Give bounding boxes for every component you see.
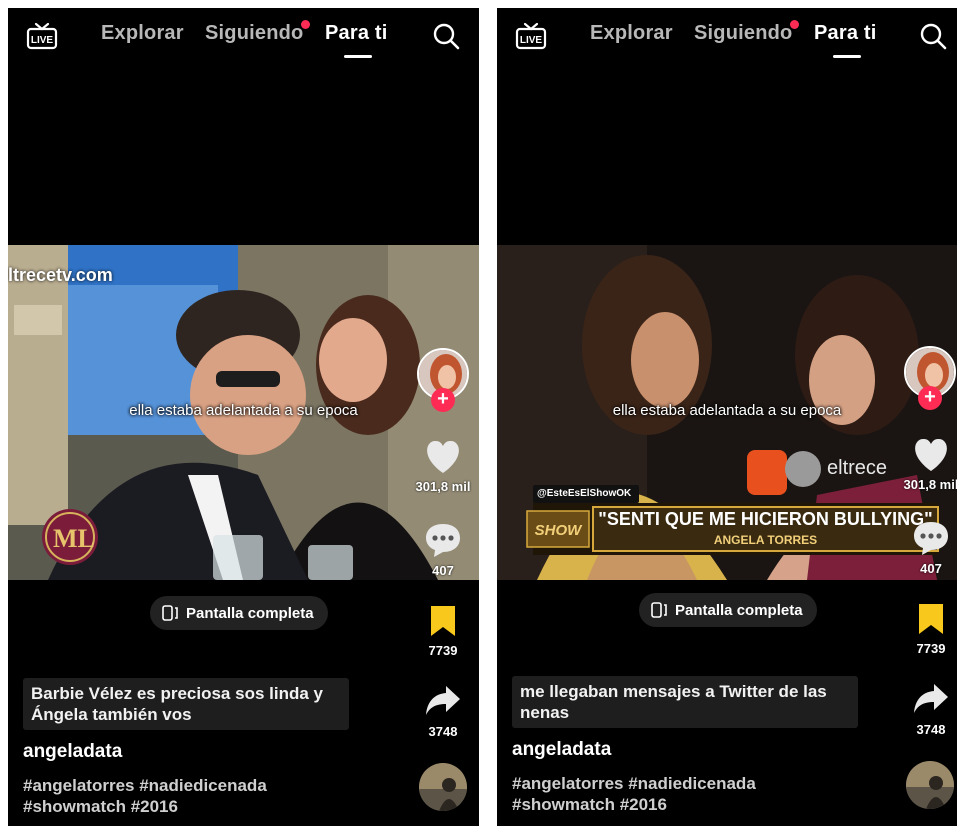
share-count: 3748 bbox=[916, 722, 946, 737]
video-caption: ella estaba adelantada a su epoca bbox=[129, 402, 358, 419]
fullscreen-button[interactable]: Pantalla completa bbox=[639, 593, 817, 627]
active-tab-indicator bbox=[344, 55, 372, 58]
source-handle-tag: @EsteEsElShowOK bbox=[537, 488, 632, 499]
top-navigation: LIVE Explorar Siguiendo Para ti bbox=[497, 8, 957, 68]
comment-icon bbox=[914, 522, 948, 555]
top-navigation: LIVE Explorar Siguiendo Para ti bbox=[8, 8, 479, 68]
live-icon[interactable]: LIVE bbox=[515, 20, 547, 50]
like-count: 301,8 mil bbox=[903, 477, 957, 492]
feed-screen-right: LIVE Explorar Siguiendo Para ti @EsteEsE… bbox=[497, 8, 957, 826]
share-button[interactable]: 3748 bbox=[411, 683, 475, 739]
bookmark-icon bbox=[919, 604, 943, 634]
fullscreen-icon bbox=[651, 602, 667, 618]
video-description: me llegaban mensajes a Twitter de las ne… bbox=[512, 676, 858, 728]
search-icon[interactable] bbox=[432, 22, 460, 50]
share-count: 3748 bbox=[428, 724, 458, 739]
show-logo: SHOW bbox=[534, 522, 582, 539]
music-disc-icon[interactable] bbox=[419, 763, 467, 811]
search-icon[interactable] bbox=[919, 22, 947, 50]
share-icon bbox=[914, 684, 948, 713]
hashtag-list[interactable]: #angelatorres #nadiedicenada #showmatch … bbox=[23, 775, 323, 817]
music-cover bbox=[419, 763, 467, 811]
video-caption: ella estaba adelantada a su epoca bbox=[612, 402, 842, 419]
bookmark-icon bbox=[431, 606, 455, 636]
follow-button[interactable]: + bbox=[918, 386, 942, 410]
svg-text:LIVE: LIVE bbox=[520, 35, 543, 46]
comment-count: 407 bbox=[920, 561, 942, 576]
favorite-count: 7739 bbox=[916, 641, 946, 656]
favorite-count: 7739 bbox=[428, 643, 458, 658]
tab-explorar[interactable]: Explorar bbox=[101, 22, 184, 45]
fullscreen-button[interactable]: Pantalla completa bbox=[150, 596, 328, 630]
svg-text:LIVE: LIVE bbox=[31, 35, 54, 46]
tab-explorar[interactable]: Explorar bbox=[590, 22, 673, 45]
hashtag-list[interactable]: #angelatorres #nadiedicenada #showmatch … bbox=[512, 773, 812, 815]
notification-dot bbox=[301, 20, 310, 29]
comment-button[interactable]: 407 bbox=[411, 522, 475, 578]
like-button[interactable]: 301,8 mil bbox=[899, 438, 957, 492]
live-icon[interactable]: LIVE bbox=[26, 20, 58, 50]
follow-button[interactable]: + bbox=[431, 388, 455, 412]
comment-button[interactable]: 407 bbox=[899, 520, 957, 576]
tab-siguiendo[interactable]: Siguiendo bbox=[205, 22, 303, 45]
channel-logo: eltrece bbox=[827, 457, 888, 479]
tab-siguiendo[interactable]: Siguiendo bbox=[694, 22, 792, 45]
like-button[interactable]: 301,8 mil bbox=[411, 440, 475, 494]
feed-screen-left: LIVE Explorar Siguiendo Para ti ltrecetv… bbox=[8, 8, 479, 826]
favorite-button[interactable]: 7739 bbox=[411, 604, 475, 658]
favorite-button[interactable]: 7739 bbox=[899, 602, 957, 656]
tab-para-ti[interactable]: Para ti bbox=[814, 22, 877, 45]
music-cover bbox=[906, 761, 954, 809]
video-description: Barbie Vélez es preciosa sos linda y Áng… bbox=[23, 678, 349, 730]
fullscreen-label: Pantalla completa bbox=[186, 604, 314, 622]
channel-watermark: ltrecetv.com bbox=[8, 265, 113, 285]
heart-icon bbox=[427, 440, 459, 473]
show-logo: ML bbox=[53, 524, 95, 553]
like-count: 301,8 mil bbox=[415, 479, 471, 494]
share-icon bbox=[426, 686, 460, 715]
comment-icon bbox=[426, 524, 460, 557]
music-disc-icon[interactable] bbox=[906, 761, 954, 809]
creator-username[interactable]: angeladata bbox=[512, 739, 611, 761]
fullscreen-icon bbox=[162, 605, 178, 621]
tab-para-ti[interactable]: Para ti bbox=[325, 22, 388, 45]
comment-count: 407 bbox=[432, 563, 454, 578]
banner-title: "SENTI QUE ME HICIERON BULLYING" bbox=[598, 509, 933, 529]
heart-icon bbox=[915, 438, 947, 471]
active-tab-indicator bbox=[833, 55, 861, 58]
fullscreen-label: Pantalla completa bbox=[675, 601, 803, 619]
share-button[interactable]: 3748 bbox=[899, 681, 957, 737]
notification-dot bbox=[790, 20, 799, 29]
banner-subtitle: ANGELA TORRES bbox=[713, 533, 818, 547]
creator-username[interactable]: angeladata bbox=[23, 741, 122, 763]
